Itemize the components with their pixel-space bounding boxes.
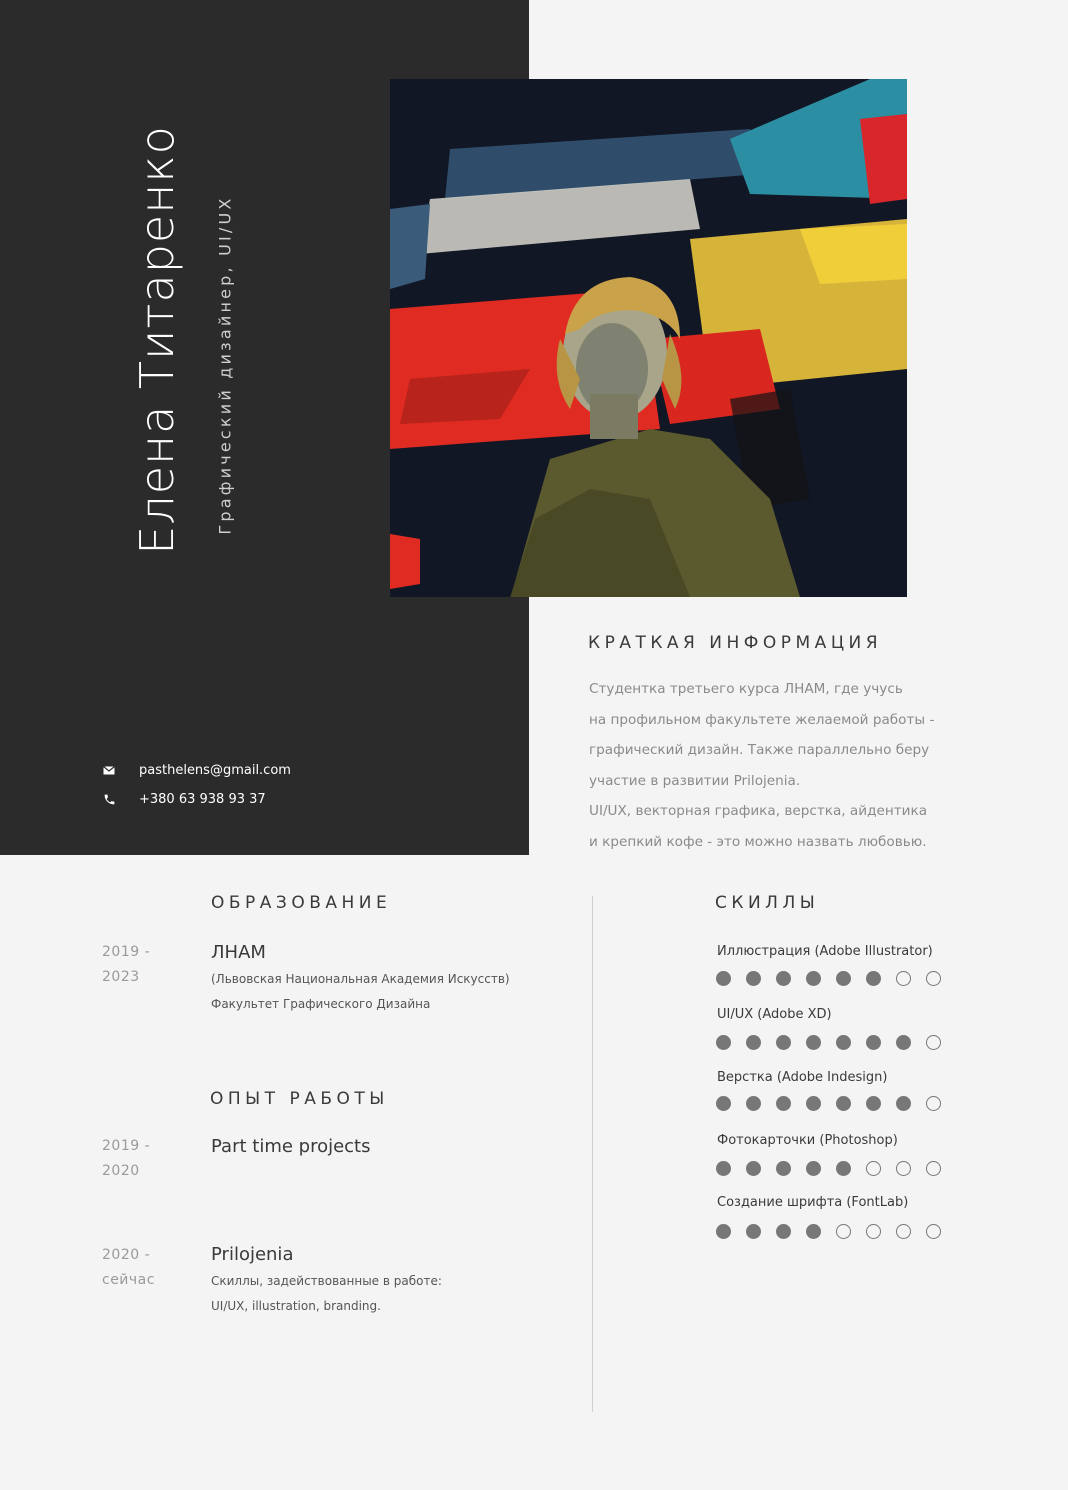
about-line: на профильном факультете желаемой работы… bbox=[589, 711, 935, 728]
education-institution: ЛНАМ bbox=[211, 942, 266, 963]
education-detail: Факультет Графического Дизайна bbox=[211, 997, 431, 1011]
experience-year: 2019 - 2020 bbox=[102, 1134, 150, 1184]
about-line: участие в развитии Prilojenia. bbox=[589, 772, 801, 789]
skill-rating bbox=[716, 1096, 956, 1111]
experience-title: ОПЫТ РАБОТЫ bbox=[210, 1089, 389, 1109]
about-line: Студентка третьего курса ЛНАМ, где учусь bbox=[589, 681, 903, 697]
skill-dot-filled bbox=[716, 1035, 731, 1050]
skill-label: Верстка (Adobe Indesign) bbox=[717, 1070, 888, 1085]
about-text: Студентка третьего курса ЛНАМ, где учусь… bbox=[589, 674, 969, 858]
skill-dot-filled bbox=[866, 1096, 881, 1111]
profile-photo bbox=[390, 79, 907, 597]
year-end: 2023 bbox=[102, 969, 140, 985]
skill-dot-filled bbox=[836, 1161, 851, 1176]
skills-title: СКИЛЛЫ bbox=[715, 893, 820, 913]
skill-dot-filled bbox=[806, 1096, 821, 1111]
skill-dot-filled bbox=[746, 1161, 761, 1176]
year-start: 2019 - bbox=[102, 944, 151, 960]
phone-icon bbox=[102, 793, 116, 807]
skill-dot-empty bbox=[896, 971, 911, 986]
skill-dot-filled bbox=[896, 1035, 911, 1050]
skill-dot-filled bbox=[716, 971, 731, 986]
year-start: 2019 - bbox=[102, 1138, 151, 1154]
skill-dot-empty bbox=[926, 1224, 941, 1239]
about-line: графический дизайн. Также параллельно бе… bbox=[589, 742, 930, 759]
about-line: UI/UX, векторная графика, верстка, айден… bbox=[589, 803, 928, 820]
skill-label: Фотокарточки (Photoshop) bbox=[717, 1133, 898, 1148]
year-end: сейчас bbox=[102, 1272, 155, 1288]
experience-role: Part time projects bbox=[211, 1136, 371, 1157]
skill-dot-empty bbox=[896, 1161, 911, 1176]
education-detail: (Львовская Национальная Академия Искусст… bbox=[211, 972, 510, 986]
contact-email[interactable]: pasthelens@gmail.com bbox=[102, 763, 291, 778]
skill-dot-filled bbox=[716, 1096, 731, 1111]
skill-dot-filled bbox=[776, 1224, 791, 1239]
year-start: 2020 - bbox=[102, 1247, 151, 1263]
skill-dot-filled bbox=[866, 1035, 881, 1050]
skill-rating bbox=[716, 971, 956, 986]
skill-dot-filled bbox=[716, 1161, 731, 1176]
column-divider bbox=[592, 896, 593, 1412]
skill-dot-filled bbox=[806, 1035, 821, 1050]
contact-phone[interactable]: +380 63 938 93 37 bbox=[102, 792, 266, 807]
skill-dot-filled bbox=[896, 1096, 911, 1111]
skill-dot-empty bbox=[866, 1224, 881, 1239]
envelope-icon bbox=[102, 764, 116, 778]
skill-dot-empty bbox=[926, 971, 941, 986]
education-title: ОБРАЗОВАНИЕ bbox=[211, 893, 392, 913]
experience-detail: Скиллы, задействованные в работе: bbox=[211, 1274, 442, 1288]
person-role: Графический дизайнер, UI/UX bbox=[215, 195, 235, 535]
skill-dot-empty bbox=[896, 1224, 911, 1239]
skill-dot-filled bbox=[716, 1224, 731, 1239]
year-end: 2020 bbox=[102, 1163, 140, 1179]
experience-year: 2020 - сейчас bbox=[102, 1243, 155, 1293]
person-name: Елена Титаренко bbox=[130, 125, 184, 555]
skill-dot-filled bbox=[806, 1161, 821, 1176]
skill-dot-filled bbox=[806, 1224, 821, 1239]
phone-text: +380 63 938 93 37 bbox=[139, 792, 266, 807]
education-year: 2019 - 2023 bbox=[102, 940, 150, 990]
skill-dot-filled bbox=[836, 1096, 851, 1111]
skill-dot-filled bbox=[776, 971, 791, 986]
skill-dot-empty bbox=[926, 1161, 941, 1176]
skill-rating bbox=[716, 1224, 956, 1239]
skill-dot-empty bbox=[926, 1035, 941, 1050]
profile-photo-illustration bbox=[390, 79, 907, 597]
experience-role: Prilojenia bbox=[211, 1244, 294, 1265]
skill-rating bbox=[716, 1035, 956, 1050]
skill-dot-filled bbox=[776, 1161, 791, 1176]
skill-dot-filled bbox=[806, 971, 821, 986]
skill-dot-filled bbox=[746, 1224, 761, 1239]
email-text: pasthelens@gmail.com bbox=[139, 763, 291, 778]
skill-label: UI/UX (Adobe XD) bbox=[717, 1007, 832, 1022]
experience-detail: UI/UX, illustration, branding. bbox=[211, 1299, 381, 1313]
skill-label: Создание шрифта (FontLab) bbox=[717, 1195, 909, 1210]
skill-dot-filled bbox=[836, 971, 851, 986]
skill-rating bbox=[716, 1161, 956, 1176]
about-title: КРАТКАЯ ИНФОРМАЦИЯ bbox=[588, 633, 883, 653]
skill-label: Иллюстрация (Adobe Illustrator) bbox=[717, 944, 933, 959]
skill-dot-filled bbox=[866, 971, 881, 986]
skill-dot-empty bbox=[836, 1224, 851, 1239]
skill-dot-filled bbox=[776, 1096, 791, 1111]
skill-dot-filled bbox=[746, 1035, 761, 1050]
skill-dot-filled bbox=[746, 1096, 761, 1111]
skill-dot-empty bbox=[926, 1096, 941, 1111]
skill-dot-filled bbox=[836, 1035, 851, 1050]
skill-dot-empty bbox=[866, 1161, 881, 1176]
about-line: и крепкий кофе - это можно назвать любов… bbox=[589, 833, 927, 850]
skill-dot-filled bbox=[746, 971, 761, 986]
skill-dot-filled bbox=[776, 1035, 791, 1050]
